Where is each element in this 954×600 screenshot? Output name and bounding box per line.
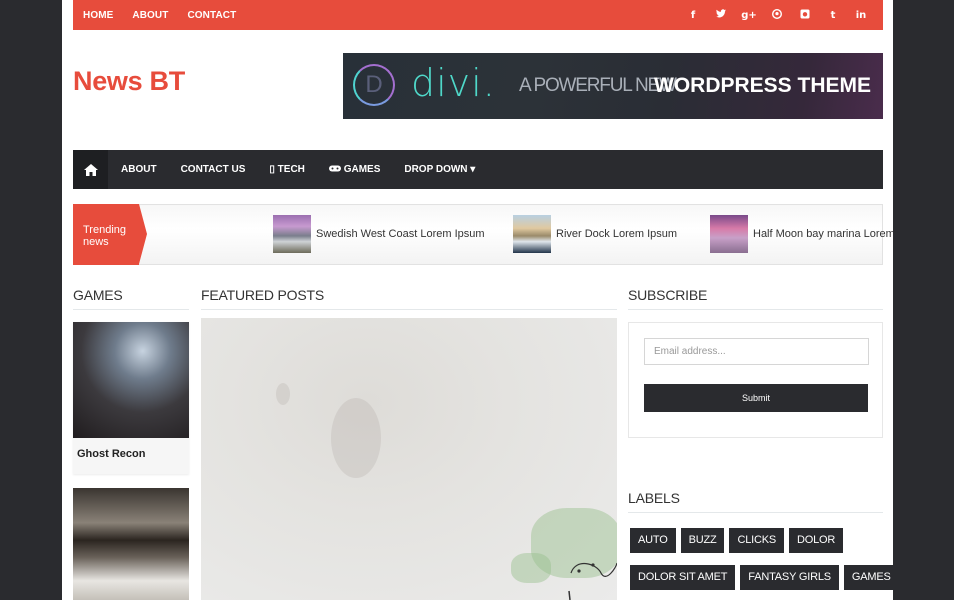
banner-brand: divi.	[411, 61, 496, 105]
top-nav: HOME ABOUT CONTACT	[83, 0, 255, 30]
labels-cloud: AUTO BUZZ CLICKS DOLOR DOLOR SIT AMET FA…	[630, 528, 893, 600]
subscribe-heading: SUBSCRIBE	[628, 287, 708, 303]
game-post-image	[73, 488, 189, 600]
google-plus-icon[interactable]: g+	[735, 10, 763, 21]
submit-button[interactable]: Submit	[644, 384, 868, 412]
top-bar: HOME ABOUT CONTACT f g+ t in	[73, 0, 883, 30]
trending-item[interactable]: Swedish West Coast Lorem Ipsum	[273, 215, 485, 253]
top-nav-about[interactable]: ABOUT	[132, 10, 168, 21]
email-input[interactable]	[644, 338, 869, 365]
label-tag[interactable]: CLICKS	[729, 528, 785, 553]
nav-contact-us[interactable]: CONTACT US	[181, 164, 246, 175]
home-icon	[83, 163, 98, 176]
nav-about[interactable]: ABOUT	[121, 164, 157, 175]
nav-tech[interactable]: ▯ TECH	[269, 164, 305, 175]
mobile-icon: ▯	[269, 164, 275, 175]
labels-row: DOLOR SIT AMET FANTASY GIRLS GAMES	[630, 565, 893, 590]
nav-drop-down[interactable]: DROP DOWN ▾	[404, 164, 475, 175]
gamepad-icon	[328, 164, 341, 175]
instagram-icon[interactable]	[791, 9, 819, 22]
caret-down-icon: ▾	[470, 164, 476, 175]
labels-divider	[628, 512, 883, 513]
game-post-card[interactable]: Ghost Recon	[73, 322, 189, 474]
label-tag[interactable]: FANTASY GIRLS	[740, 565, 839, 590]
trending-thumbnail	[513, 215, 551, 253]
label-tag[interactable]: DOLOR	[789, 528, 844, 553]
games-divider	[73, 309, 189, 310]
banner-tagline-light: A POWERFUL NEW	[519, 75, 677, 96]
divi-logo-icon: D	[353, 64, 395, 106]
label-tag[interactable]: AUTO	[630, 528, 676, 553]
featured-heading: FEATURED POSTS	[201, 287, 324, 303]
main-nav: ABOUT CONTACT US ▯ TECH GAMES DROP DOWN …	[73, 150, 883, 189]
pinterest-icon[interactable]	[763, 8, 791, 22]
game-post-image	[73, 322, 189, 438]
facebook-icon[interactable]: f	[679, 10, 707, 21]
nav-games[interactable]: GAMES	[328, 164, 380, 175]
featured-post-image[interactable]	[201, 318, 617, 600]
divi-banner-ad[interactable]: D divi. A POWERFUL NEW WORDPRESS THEME	[343, 53, 883, 119]
trending-thumbnail	[273, 215, 311, 253]
subscribe-form: Submit	[628, 322, 883, 438]
labels-heading: LABELS	[628, 490, 680, 506]
trending-item[interactable]: Half Moon bay marina Lorem Ipsum	[710, 215, 893, 253]
top-nav-home[interactable]: HOME	[83, 10, 113, 21]
page-container: HOME ABOUT CONTACT f g+ t in News BT D d…	[62, 0, 893, 600]
banner-tagline-bold: WORDPRESS THEME	[654, 74, 872, 97]
trending-label: Trending news	[73, 204, 139, 265]
subscribe-divider	[628, 309, 883, 310]
game-post-title: Ghost Recon	[77, 448, 146, 460]
label-tag[interactable]: DOLOR SIT AMET	[630, 565, 736, 590]
label-tag[interactable]: GAMES	[843, 565, 893, 590]
social-links: f g+ t in	[679, 0, 875, 30]
games-heading: GAMES	[73, 287, 123, 303]
trending-thumbnail	[710, 215, 748, 253]
twitter-icon[interactable]	[707, 9, 735, 21]
featured-divider	[201, 309, 617, 310]
tumblr-icon[interactable]: t	[819, 10, 847, 21]
labels-row: AUTO BUZZ CLICKS DOLOR	[630, 528, 880, 553]
home-button[interactable]	[73, 150, 108, 189]
label-tag[interactable]: BUZZ	[680, 528, 725, 553]
game-post-card[interactable]	[73, 488, 189, 600]
trending-news-bar: Trending news Swedish West Coast Lorem I…	[73, 204, 893, 265]
trending-item[interactable]: River Dock Lorem Ipsum	[513, 215, 677, 253]
top-nav-contact[interactable]: CONTACT	[187, 10, 236, 21]
trending-arrow	[139, 204, 147, 264]
linkedin-icon[interactable]: in	[847, 10, 875, 21]
site-logo[interactable]: News BT	[73, 66, 185, 97]
